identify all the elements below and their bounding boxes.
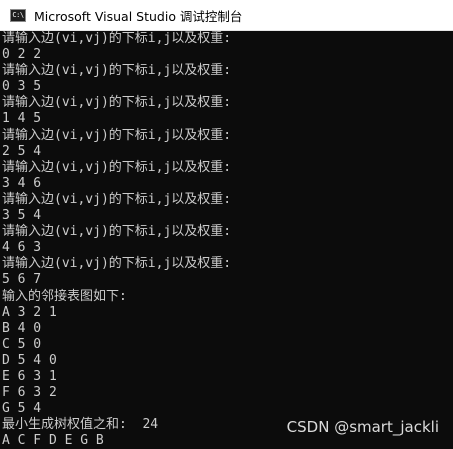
console-window: C:\ Microsoft Visual Studio 调试控制台 请输入边(v… <box>0 0 453 449</box>
console-line: 请输入边(vi,vj)的下标i,j以及权重: <box>2 159 232 175</box>
console-line: G 5 4 <box>2 401 42 417</box>
console-line: 0 2 2 <box>2 47 42 63</box>
console-app-icon: C:\ <box>10 8 26 22</box>
console-line: A 3 2 1 <box>2 304 57 320</box>
console-line: B 4 0 <box>2 320 42 336</box>
console-line: E 6 3 1 <box>2 368 57 384</box>
console-line: 请输入边(vi,vj)的下标i,j以及权重: <box>2 256 232 272</box>
console-line: 4 6 3 <box>2 240 42 256</box>
console-line: 请输入边(vi,vj)的下标i,j以及权重: <box>2 224 232 240</box>
console-line: 请输入边(vi,vj)的下标i,j以及权重: <box>2 127 232 143</box>
console-line: D 5 4 0 <box>2 352 57 368</box>
console-line: 2 5 4 <box>2 143 42 159</box>
window-title: Microsoft Visual Studio 调试控制台 <box>34 8 243 24</box>
console-line: 请输入边(vi,vj)的下标i,j以及权重: <box>2 63 232 79</box>
console-line: 请输入边(vi,vj)的下标i,j以及权重: <box>2 95 232 111</box>
console-line: 3 5 4 <box>2 208 42 224</box>
console-line: 请输入边(vi,vj)的下标i,j以及权重: <box>2 31 232 46</box>
console-line: C 5 0 <box>2 336 42 352</box>
console-line: 3 4 6 <box>2 175 42 191</box>
watermark: CSDN @smart_jackli <box>286 418 439 436</box>
console-line: 1 4 5 <box>2 111 42 127</box>
console-line: F 6 3 2 <box>2 385 57 401</box>
console-line: 0 3 5 <box>2 79 42 95</box>
console-line: 输入的邻接表图如下: <box>2 288 127 304</box>
console-output[interactable]: 请输入边(vi,vj)的下标i,j以及权重: 0 2 2 请输入边(vi,vj)的下… <box>2 31 453 449</box>
title-bar[interactable]: C:\ Microsoft Visual Studio 调试控制台 <box>0 0 453 31</box>
console-line: 请输入边(vi,vj)的下标i,j以及权重: <box>2 191 232 207</box>
console-line: 5 6 7 <box>2 272 42 288</box>
